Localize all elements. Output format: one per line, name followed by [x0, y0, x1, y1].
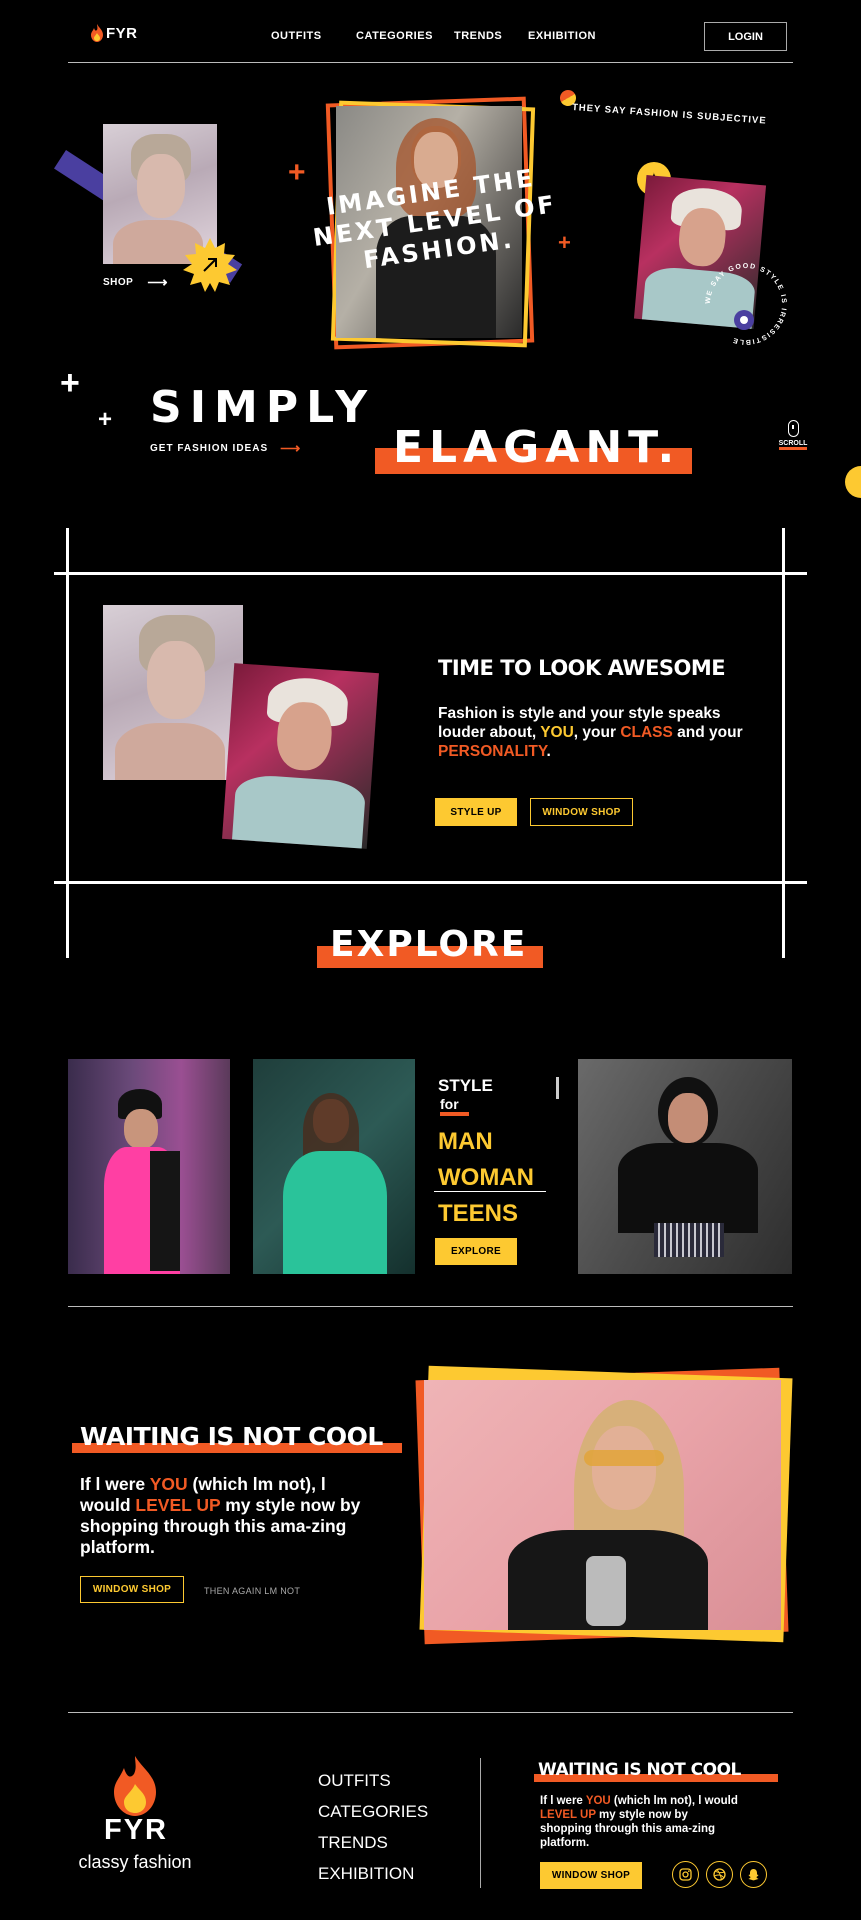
login-button[interactable]: LOGIN: [704, 22, 787, 51]
explore-photo-green[interactable]: [253, 1059, 415, 1274]
highlight-you: YOU: [585, 1795, 611, 1807]
window-shop-button[interactable]: WINDOW SHOP: [80, 1576, 184, 1603]
waiting-title: WAITING IS NOT COOL: [80, 1422, 383, 1451]
sun-badge-icon[interactable]: [183, 238, 237, 292]
highlight-level-up: LEVEL UP: [540, 1809, 596, 1821]
half-circle-icon: [845, 466, 861, 498]
curved-tagline: THEY SAY FASHION IS SUBJECTIVE: [571, 102, 767, 127]
plus-icon: +: [98, 406, 113, 433]
nav-trends[interactable]: TRENDS: [454, 30, 502, 42]
category-woman[interactable]: WOMAN: [438, 1164, 534, 1192]
explore-title: EXPLORE: [330, 924, 528, 965]
mouse-icon: [787, 420, 799, 437]
footer-slogan: classy fashion: [78, 1852, 192, 1872]
circle-text: WE SAY GOOD STYLE IS IRRESISTIBLE: [705, 263, 786, 345]
highlight-personality: PERSONALITY: [438, 743, 547, 760]
explore-photo-dark[interactable]: [578, 1059, 792, 1274]
footer-logo-text[interactable]: FYR: [96, 1814, 176, 1847]
category-teens[interactable]: TEENS: [438, 1200, 518, 1228]
elagant-title: ELAGANT.: [393, 422, 681, 473]
footer-nav-trends[interactable]: TRENDS: [318, 1833, 388, 1853]
footer-vertical-divider: [480, 1758, 481, 1888]
shop-link[interactable]: SHOP ⟶: [103, 274, 168, 291]
footer-divider: [68, 1712, 793, 1713]
simply-title: SIMPLY: [150, 382, 376, 433]
scroll-bar[interactable]: [556, 1077, 559, 1099]
dribbble-icon[interactable]: [706, 1861, 733, 1888]
svg-text:WE SAY GOOD STYLE IS IRRESISTI: WE SAY GOOD STYLE IS IRRESISTIBLE: [705, 263, 787, 345]
frame-line: [782, 528, 785, 958]
text-part: and your: [672, 724, 743, 741]
waiting-text: If l were YOU (which lm not), l would LE…: [80, 1474, 365, 1558]
plus-icon: +: [60, 364, 80, 402]
instagram-icon[interactable]: [672, 1861, 699, 1888]
awesome-photo-scarf: [222, 663, 379, 849]
arrow-right-icon: ⟶: [280, 440, 302, 456]
circle-text-badge: WE SAY GOOD STYLE IS IRRESISTIBLE: [700, 258, 792, 350]
waiting-photo: [424, 1380, 781, 1630]
get-ideas-link[interactable]: GET FASHION IDEAS ⟶: [150, 440, 301, 457]
style-label: STYLE: [438, 1076, 493, 1095]
text-part: , your: [573, 724, 621, 741]
footer-title: WAITING IS NOT COOL: [538, 1760, 741, 1780]
scroll-indicator[interactable]: SCROLL: [776, 420, 810, 450]
nav-categories[interactable]: CATEGORIES: [356, 30, 433, 42]
highlight-you: YOU: [149, 1474, 188, 1494]
text-part: (which lm not), l would: [610, 1795, 738, 1807]
footer-nav-exhibition[interactable]: EXHIBITION: [318, 1864, 414, 1884]
explore-photo-pink[interactable]: [68, 1059, 230, 1274]
snapchat-icon[interactable]: [740, 1861, 767, 1888]
logo-text: FYR: [106, 24, 138, 42]
frame-line: [54, 881, 807, 884]
awesome-photo-blonde: [103, 605, 243, 780]
highlight-you: YOU: [540, 724, 574, 741]
window-shop-button[interactable]: WINDOW SHOP: [530, 798, 633, 826]
footer-text: If l were YOU (which lm not), l would LE…: [540, 1794, 740, 1850]
text-part: If l were: [540, 1795, 586, 1807]
woman-underline: [434, 1191, 546, 1192]
style-up-button[interactable]: STYLE UP: [435, 798, 517, 826]
frame-line: [54, 572, 807, 575]
get-ideas-label: GET FASHION IDEAS: [150, 443, 269, 454]
dot-icon: [734, 310, 754, 330]
header-divider: [68, 62, 793, 63]
highlight-class: CLASS: [620, 724, 673, 741]
then-again-link[interactable]: THEN AGAIN LM NOT: [204, 1586, 300, 1596]
footer-window-shop-button[interactable]: WINDOW SHOP: [540, 1862, 642, 1889]
frame-line: [66, 528, 69, 958]
plus-icon: +: [288, 156, 306, 189]
awesome-title: TIME TO LOOK AWESOME: [438, 656, 726, 680]
highlight-level-up: LEVEL UP: [135, 1495, 221, 1515]
awesome-text: Fashion is style and your style speaks l…: [438, 704, 758, 761]
section-divider: [68, 1306, 793, 1307]
flame-icon: [91, 24, 103, 42]
header: FYR OUTFITS CATEGORIES TRENDS EXHIBITION…: [0, 0, 861, 64]
explore-button[interactable]: EXPLORE: [435, 1238, 517, 1265]
footer-nav-outfits[interactable]: OUTFITS: [318, 1771, 391, 1791]
nav-outfits[interactable]: OUTFITS: [271, 30, 322, 42]
footer-flame-icon: [112, 1756, 158, 1816]
category-man[interactable]: MAN: [438, 1128, 493, 1156]
text-part: If l were: [80, 1474, 150, 1494]
arrow-right-icon: ⟶: [147, 274, 168, 290]
for-label: for: [440, 1096, 469, 1116]
text-part: .: [546, 743, 551, 760]
logo[interactable]: FYR: [90, 24, 138, 42]
footer-nav-categories[interactable]: CATEGORIES: [318, 1802, 428, 1822]
scroll-label: SCROLL: [778, 440, 808, 450]
shop-label: SHOP: [103, 277, 134, 288]
nav-exhibition[interactable]: EXHIBITION: [528, 30, 596, 42]
